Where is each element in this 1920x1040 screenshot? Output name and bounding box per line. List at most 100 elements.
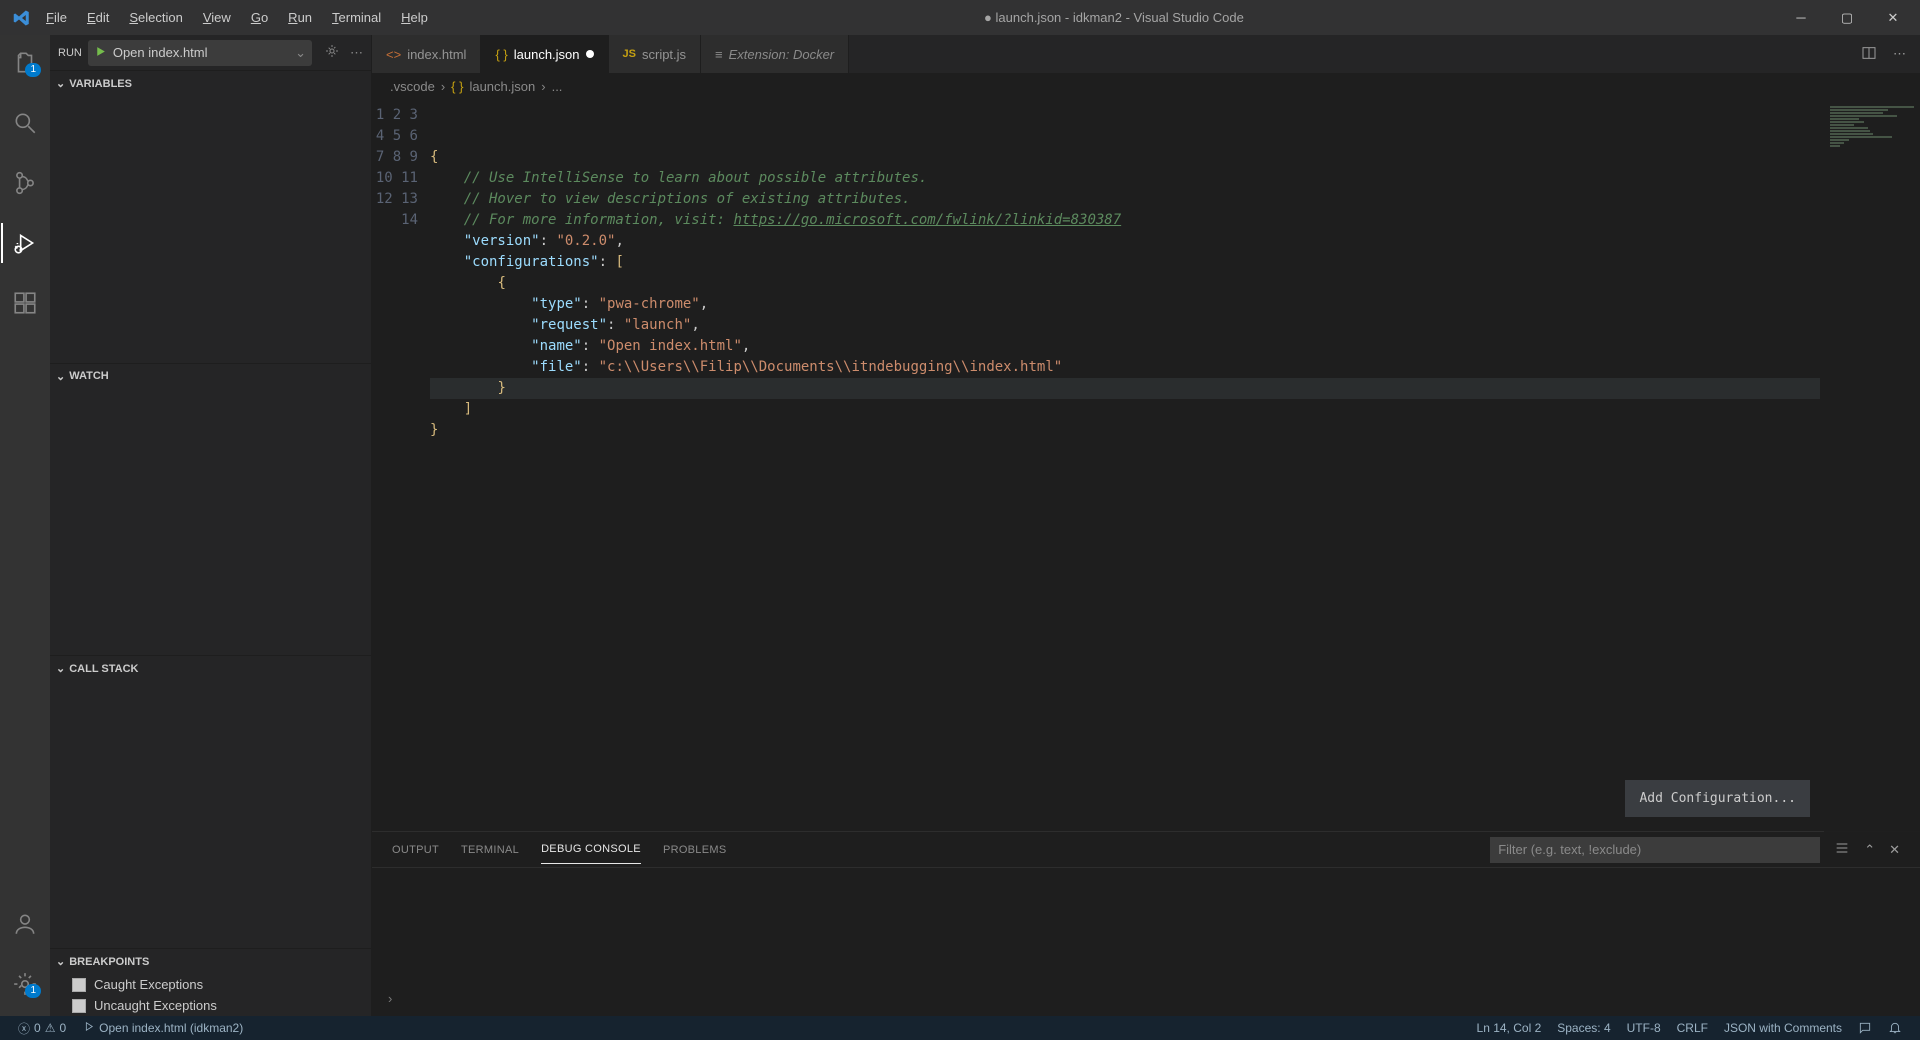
section-label: WATCH	[69, 370, 109, 382]
tab-label: launch.json	[514, 47, 580, 62]
breadcrumb-bar[interactable]: .vscode › { } launch.json › ...	[372, 73, 1920, 99]
gear-icon[interactable]	[324, 43, 340, 62]
status-feedback-icon[interactable]	[1850, 1021, 1880, 1035]
debug-filter-input[interactable]	[1490, 837, 1820, 863]
status-launch-config[interactable]: Open index.html (idkman2)	[74, 1020, 251, 1036]
section-breakpoints[interactable]: ⌄ BREAKPOINTS	[50, 948, 371, 974]
close-icon[interactable]: ✕	[1882, 10, 1904, 26]
activity-settings-icon[interactable]: 1	[1, 964, 49, 1004]
menu-bar: File Edit Selection View Go Run Terminal…	[36, 4, 438, 31]
js-file-icon: JS	[623, 48, 636, 60]
code-comment: // Use IntelliSense to learn about possi…	[464, 170, 928, 186]
bp-caught-row[interactable]: Caught Exceptions	[50, 974, 371, 995]
status-errors[interactable]: ⓧ 0 ⚠ 0	[10, 1020, 74, 1037]
code-key: "type"	[531, 296, 582, 312]
panel-tab-output[interactable]: OUTPUT	[392, 836, 439, 864]
split-editor-icon[interactable]	[1861, 45, 1877, 64]
add-configuration-button[interactable]: Add Configuration...	[1625, 780, 1810, 817]
menu-help[interactable]: Help	[391, 4, 438, 31]
chevron-right-icon: ›	[541, 79, 545, 94]
watch-body	[50, 389, 371, 656]
menu-file[interactable]: File	[36, 4, 77, 31]
crumb-more: ...	[552, 79, 563, 94]
extension-file-icon: ≡	[715, 47, 723, 62]
html-file-icon: <>	[386, 47, 401, 62]
chevron-down-icon: ⌄	[56, 955, 65, 968]
unsaved-dot-icon	[586, 50, 594, 58]
status-spaces[interactable]: Spaces: 4	[1549, 1021, 1618, 1035]
section-variables[interactable]: ⌄ VARIABLES	[50, 70, 371, 96]
explorer-badge: 1	[25, 63, 41, 77]
tabbar-actions: ⋯	[1847, 35, 1920, 73]
maximize-icon[interactable]: ▢	[1836, 10, 1858, 26]
tab-extension-docker[interactable]: ≡ Extension: Docker	[701, 35, 849, 73]
menu-selection[interactable]: Selection	[119, 4, 192, 31]
editor-group: <> index.html { } launch.json JS script.…	[372, 35, 1920, 1016]
status-bar: ⓧ 0 ⚠ 0 Open index.html (idkman2) Ln 14,…	[0, 1016, 1920, 1040]
code-key: "file"	[531, 359, 582, 375]
tab-launch-json[interactable]: { } launch.json	[481, 35, 608, 73]
minimize-icon[interactable]: ─	[1790, 10, 1812, 26]
crumb-folder[interactable]: .vscode	[390, 79, 435, 94]
menu-edit[interactable]: Edit	[77, 4, 119, 31]
section-callstack[interactable]: ⌄ CALL STACK	[50, 655, 371, 681]
sidebar-actions: ⋯	[318, 43, 363, 62]
section-label: BREAKPOINTS	[69, 956, 149, 968]
tab-index-html[interactable]: <> index.html	[372, 35, 481, 73]
menu-view[interactable]: View	[193, 4, 241, 31]
run-config-selector[interactable]: Open index.html ⌄	[88, 40, 312, 66]
bottom-panel: OUTPUT TERMINAL DEBUG CONSOLE PROBLEMS ⌃…	[372, 831, 1920, 1016]
warning-icon: ⚠	[45, 1021, 56, 1035]
status-encoding[interactable]: UTF-8	[1619, 1021, 1669, 1035]
status-ln-col[interactable]: Ln 14, Col 2	[1469, 1021, 1550, 1035]
launch-text: Open index.html (idkman2)	[99, 1021, 243, 1035]
panel-tab-problems[interactable]: PROBLEMS	[663, 836, 727, 864]
activity-search-icon[interactable]	[1, 103, 49, 143]
editor-body[interactable]: 1 2 3 4 5 6 7 8 9 10 11 12 13 14 { // Us…	[372, 99, 1920, 831]
tab-label: script.js	[642, 47, 686, 62]
tab-script-js[interactable]: JS script.js	[609, 35, 702, 73]
chevron-right-icon: ›	[441, 79, 445, 94]
activity-debug-icon[interactable]	[1, 223, 49, 263]
more-icon[interactable]: ⋯	[350, 45, 363, 61]
menu-go[interactable]: Go	[241, 4, 278, 31]
activity-account-icon[interactable]	[1, 904, 49, 944]
section-watch[interactable]: ⌄ WATCH	[50, 363, 371, 389]
more-icon[interactable]: ⋯	[1893, 46, 1906, 62]
code-key: "request"	[531, 317, 607, 333]
panel-tab-terminal[interactable]: TERMINAL	[461, 836, 519, 864]
menu-terminal[interactable]: Terminal	[322, 4, 391, 31]
json-file-icon: { }	[451, 79, 463, 94]
error-count: 0	[34, 1021, 41, 1035]
code-area[interactable]: { // Use IntelliSense to learn about pos…	[430, 99, 1920, 831]
status-language[interactable]: JSON with Comments	[1716, 1021, 1850, 1035]
checkbox-icon[interactable]	[72, 999, 86, 1013]
menu-run[interactable]: Run	[278, 4, 322, 31]
close-panel-icon[interactable]: ✕	[1889, 842, 1900, 858]
chevron-up-icon[interactable]: ⌃	[1864, 842, 1875, 858]
panel-tab-debug-console[interactable]: DEBUG CONSOLE	[541, 835, 641, 864]
activity-extensions-icon[interactable]	[1, 283, 49, 323]
panel-body[interactable]: ›	[372, 868, 1920, 1016]
code-str: "c:\\Users\\Filip\\Documents\\itndebuggi…	[599, 359, 1063, 375]
chevron-right-icon[interactable]: ›	[388, 991, 392, 1006]
activity-explorer-icon[interactable]: 1	[1, 43, 49, 83]
checkbox-icon[interactable]	[72, 978, 86, 992]
play-icon[interactable]	[94, 45, 107, 61]
activity-scm-icon[interactable]	[1, 163, 49, 203]
chevron-down-icon: ⌄	[56, 662, 65, 675]
code-key: "version"	[464, 233, 540, 249]
chevron-down-icon[interactable]: ⌄	[295, 45, 306, 61]
code-text: {	[430, 149, 438, 165]
code-link[interactable]: https://go.microsoft.com/fwlink/?linkid=…	[733, 212, 1121, 228]
status-eol[interactable]: CRLF	[1669, 1021, 1716, 1035]
tab-label: Extension: Docker	[729, 47, 835, 62]
error-icon: ⓧ	[18, 1020, 30, 1037]
bp-uncaught-row[interactable]: Uncaught Exceptions	[50, 995, 371, 1016]
crumb-file[interactable]: launch.json	[469, 79, 535, 94]
filter-settings-icon[interactable]	[1834, 840, 1850, 859]
code-key: "name"	[531, 338, 582, 354]
activity-bar: 1 1	[0, 35, 50, 1016]
status-bell-icon[interactable]	[1880, 1021, 1910, 1035]
chevron-down-icon: ⌄	[56, 370, 65, 383]
